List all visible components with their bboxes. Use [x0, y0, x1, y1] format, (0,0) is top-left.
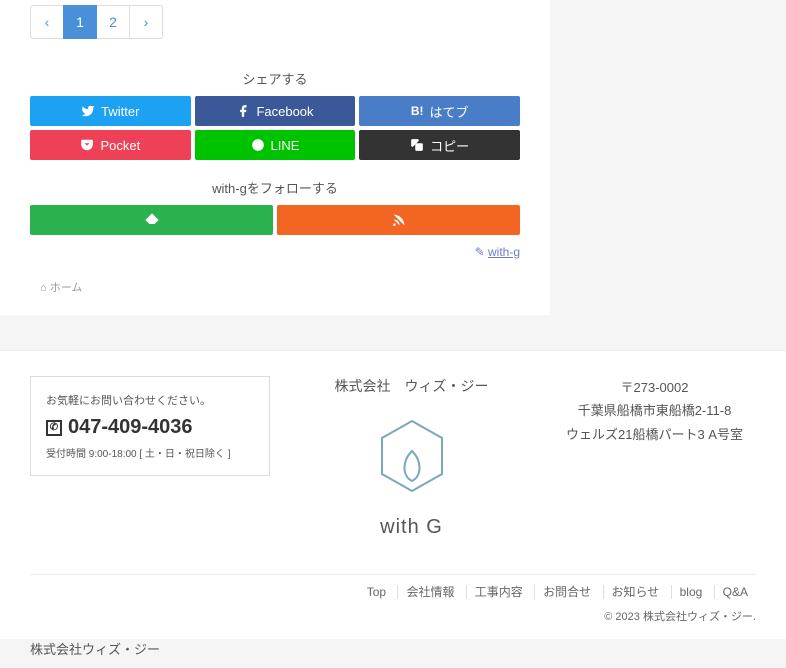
profile-link-area: ✎ with-g [30, 245, 520, 259]
share-line[interactable]: LINE [195, 130, 356, 160]
phone-icon: ✆ [46, 420, 62, 436]
nav-top[interactable]: Top [359, 585, 394, 599]
address-line2: ウェルズ21船橋パート3 A号室 [553, 423, 756, 446]
contact-box: お気軽にお問い合わせください。 ✆ 047-409-4036 受付時間 9:00… [30, 376, 270, 476]
nav-contact[interactable]: お問合せ [534, 585, 599, 599]
contact-phone-number: 047-409-4036 [68, 416, 193, 439]
nav-company[interactable]: 会社情報 [397, 585, 462, 599]
breadcrumb: ⌂ ホーム [30, 279, 520, 295]
footer-nav: Top 会社情報 工事内容 お問合せ お知らせ blog Q&A [30, 574, 756, 600]
share-twitter-label: Twitter [101, 104, 139, 119]
share-copy[interactable]: コピー [359, 130, 520, 160]
pencil-icon: ✎ [475, 245, 485, 259]
feedly-icon [144, 212, 160, 228]
nav-blog[interactable]: blog [671, 585, 711, 599]
site-title: 株式会社ウィズ・ジー [0, 639, 786, 668]
logo-text: with G [310, 516, 513, 539]
logo-icon [372, 416, 452, 506]
share-copy-label: コピー [430, 136, 469, 155]
home-icon: ⌂ [40, 282, 47, 294]
pagination-page-2[interactable]: 2 [96, 5, 130, 39]
company-name: 株式会社 ウィズ・ジー [310, 376, 513, 396]
hatena-icon: B! [411, 104, 424, 118]
copy-icon [410, 138, 424, 152]
share-facebook-label: Facebook [256, 104, 313, 119]
share-hatena[interactable]: B! はてブ [359, 96, 520, 126]
contact-hours: 受付時間 9:00-18:00 [ 土・日・祝日除く ] [46, 445, 254, 460]
nav-work[interactable]: 工事内容 [466, 585, 531, 599]
pagination-page-1[interactable]: 1 [63, 5, 97, 39]
pagination: ‹ 1 2 › [30, 5, 520, 39]
contact-phone[interactable]: ✆ 047-409-4036 [46, 416, 254, 439]
profile-link[interactable]: with-g [488, 245, 520, 259]
nav-qa[interactable]: Q&A [714, 585, 756, 599]
follow-heading: with-gをフォローする [30, 178, 520, 197]
twitter-icon [81, 104, 95, 118]
line-icon [251, 138, 265, 152]
address-line1: 千葉県船橋市東船橋2-11-8 [553, 399, 756, 422]
share-hatena-label: はてブ [429, 102, 468, 121]
address-postal: 〒273-0002 [553, 376, 756, 399]
follow-feedly[interactable] [30, 205, 273, 235]
share-heading: シェアする [30, 69, 520, 88]
share-pocket-label: Pocket [100, 138, 140, 153]
share-facebook[interactable]: Facebook [195, 96, 356, 126]
pagination-next[interactable]: › [129, 5, 163, 39]
pocket-icon [80, 138, 94, 152]
logo: with G [310, 416, 513, 539]
facebook-icon [236, 104, 250, 118]
share-line-label: LINE [271, 138, 300, 153]
follow-rss[interactable] [277, 205, 520, 235]
copyright: © 2023 株式会社ウィズ・ジー. [30, 608, 756, 624]
pagination-prev[interactable]: ‹ [30, 5, 64, 39]
rss-icon [391, 212, 407, 228]
contact-lead: お気軽にお問い合わせください。 [46, 392, 254, 408]
breadcrumb-home[interactable]: ホーム [50, 282, 83, 294]
nav-news[interactable]: お知らせ [603, 585, 668, 599]
share-twitter[interactable]: Twitter [30, 96, 191, 126]
share-pocket[interactable]: Pocket [30, 130, 191, 160]
